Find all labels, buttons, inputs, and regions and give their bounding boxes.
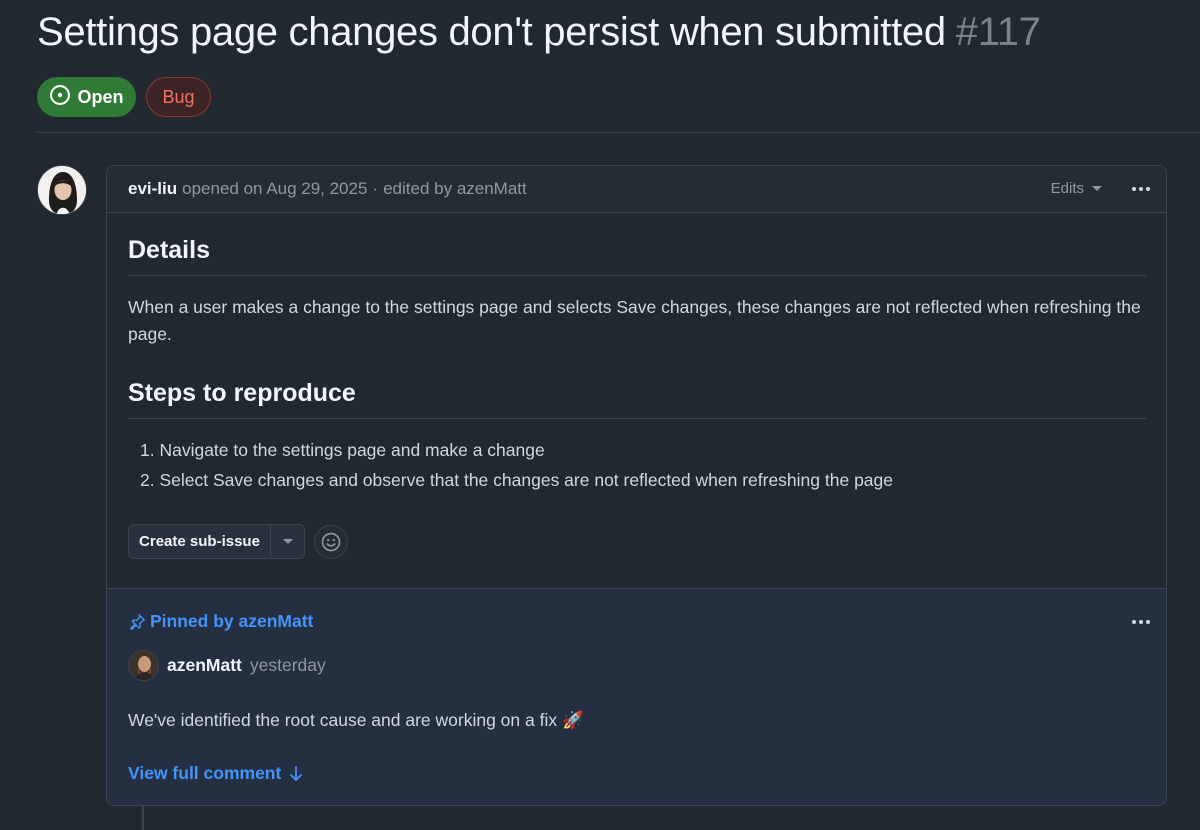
triangle-down-icon <box>1092 186 1102 191</box>
details-heading: Details <box>128 236 1146 276</box>
triangle-down-icon <box>282 539 293 544</box>
list-item: 2. Select Save changes and observe that … <box>140 470 894 490</box>
create-sub-issue-split-button: Create sub-issue <box>128 524 305 559</box>
edits-label: Edits <box>1050 180 1084 197</box>
pinned-author-row: azenMatt yesterday <box>128 650 326 681</box>
smiley-icon <box>321 532 341 552</box>
issue-title: Settings page changes don't persist when… <box>37 10 1041 55</box>
pinned-by-text: Pinned by azenMatt <box>150 611 314 631</box>
pin-icon <box>130 613 145 630</box>
edits-dropdown[interactable]: Edits <box>1051 180 1102 197</box>
header-divider <box>37 132 1200 133</box>
details-paragraph: When a user makes a change to the settin… <box>128 297 1141 344</box>
kebab-horizontal-icon[interactable] <box>1128 178 1154 200</box>
arrow-down-icon <box>290 765 303 781</box>
issue-comment: evi-liu opened on Aug 29, 2025 · edited … <box>106 165 1167 806</box>
avatar[interactable] <box>37 165 87 215</box>
create-sub-issue-button[interactable]: Create sub-issue <box>129 525 271 558</box>
pinned-comment-text: We've identified the root cause and are … <box>128 710 584 730</box>
add-reaction-button[interactable] <box>314 525 348 559</box>
avatar[interactable] <box>128 650 159 681</box>
bug-label[interactable]: Bug <box>146 77 211 117</box>
issue-number: #117 <box>955 10 1041 54</box>
edited-text[interactable]: edited by azenMatt <box>383 179 527 199</box>
pinned-time[interactable]: yesterday <box>250 655 326 676</box>
pinned-author-name[interactable]: azenMatt <box>167 655 242 676</box>
issue-state-badge: Open <box>37 77 136 117</box>
pinned-comment: Pinned by azenMatt azenMatt yesterday We… <box>107 588 1166 805</box>
timeline-line <box>142 806 144 830</box>
comment-header: evi-liu opened on Aug 29, 2025 · edited … <box>107 166 1166 213</box>
kebab-horizontal-icon[interactable] <box>1128 611 1154 633</box>
create-sub-issue-dropdown[interactable] <box>271 525 304 558</box>
view-full-label: View full comment <box>128 763 282 783</box>
pinned-label[interactable]: Pinned by azenMatt <box>128 611 313 632</box>
steps-list: 1. Navigate to the settings page and mak… <box>140 435 893 495</box>
comment-author[interactable]: evi-liu <box>128 179 177 199</box>
issue-title-text: Settings page changes don't persist when… <box>37 10 946 54</box>
issue-state-label: Open <box>77 86 124 107</box>
steps-heading: Steps to reproduce <box>128 379 1146 419</box>
meta-separator: · <box>372 179 379 198</box>
issue-open-icon <box>49 84 71 111</box>
list-item: 1. Navigate to the settings page and mak… <box>140 440 545 460</box>
view-full-comment-link[interactable]: View full comment <box>128 763 304 784</box>
opened-text: opened on Aug 29, 2025 <box>182 179 368 198</box>
